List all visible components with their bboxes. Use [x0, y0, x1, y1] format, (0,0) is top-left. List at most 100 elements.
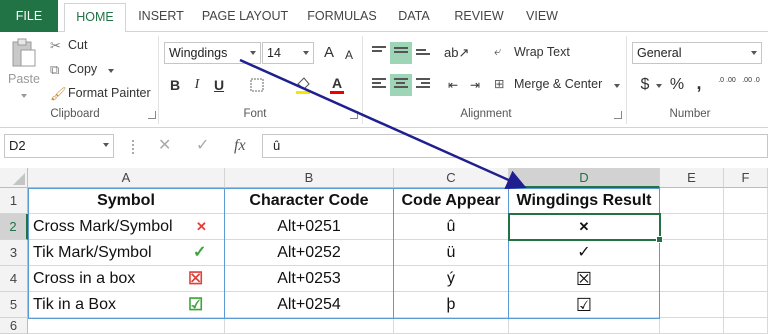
italic-button[interactable]: I: [186, 74, 208, 96]
align-bottom-button[interactable]: [412, 42, 434, 64]
decrease-decimal-button[interactable]: .00 .0: [740, 74, 762, 96]
align-top-button[interactable]: [368, 42, 390, 64]
column-header-f[interactable]: F: [724, 168, 768, 188]
cancel-edit-button[interactable]: ✕: [158, 136, 171, 156]
font-size-dropdown[interactable]: 14: [262, 42, 314, 64]
align-right-button[interactable]: [412, 74, 434, 96]
paste-button[interactable]: Paste: [6, 36, 42, 102]
cut-button[interactable]: ✂ Cut: [50, 36, 110, 56]
confirm-edit-button[interactable]: ✓: [196, 136, 209, 156]
tab-review[interactable]: REVIEW: [446, 0, 512, 32]
format-painter-label: Format Painter: [68, 86, 151, 100]
cell-f4[interactable]: [724, 266, 768, 292]
borders-button[interactable]: [246, 74, 268, 96]
orientation-button[interactable]: ab↗: [444, 42, 469, 64]
tab-formulas[interactable]: FORMULAS: [300, 0, 384, 32]
appear-cell[interactable]: þ: [394, 292, 509, 318]
name-box[interactable]: D2: [4, 134, 114, 158]
column-header-e[interactable]: E: [660, 168, 724, 188]
fill-color-button[interactable]: [292, 74, 314, 96]
font-launcher-icon[interactable]: [350, 111, 358, 119]
grow-font-button[interactable]: A: [318, 42, 340, 64]
cell-e2[interactable]: [660, 214, 724, 240]
column-header-a[interactable]: A: [28, 168, 225, 188]
column-header-c[interactable]: C: [394, 168, 509, 188]
cell-f6[interactable]: [724, 318, 768, 334]
header-code-appear[interactable]: Code Appear: [394, 188, 509, 214]
align-middle-button[interactable]: [390, 42, 412, 64]
cell-c6[interactable]: [394, 318, 509, 334]
cell-e5[interactable]: [660, 292, 724, 318]
appear-cell[interactable]: û: [394, 214, 509, 240]
currency-button[interactable]: $: [634, 74, 656, 96]
cell-e6[interactable]: [660, 318, 724, 334]
formula-input[interactable]: û: [262, 134, 768, 158]
appear-cell[interactable]: ý: [394, 266, 509, 292]
cell-e4[interactable]: [660, 266, 724, 292]
percent-button[interactable]: %: [666, 74, 688, 96]
tab-home[interactable]: HOME: [64, 3, 126, 33]
underline-button[interactable]: U: [208, 74, 230, 96]
decrease-indent-button[interactable]: ⇤: [442, 74, 464, 96]
tab-view[interactable]: VIEW: [518, 0, 566, 32]
wrap-text-button[interactable]: ⤶ Wrap Text: [494, 42, 580, 64]
cell-f1[interactable]: [724, 188, 768, 214]
symbol-cell[interactable]: Tik in a Box ☑: [28, 292, 225, 318]
appear-cell[interactable]: ü: [394, 240, 509, 266]
header-symbol[interactable]: Symbol: [28, 188, 225, 214]
format-painter-button[interactable]: 🖌 Format Painter: [50, 84, 160, 104]
shrink-font-button[interactable]: A: [338, 44, 360, 66]
row-header-3[interactable]: 3: [0, 240, 28, 266]
row-header-5[interactable]: 5: [0, 292, 28, 318]
result-cell[interactable]: ☑: [509, 292, 660, 318]
cell-f5[interactable]: [724, 292, 768, 318]
result-cell[interactable]: ✓: [509, 240, 660, 266]
clipboard-launcher-icon[interactable]: [148, 111, 156, 119]
increase-decimal-button[interactable]: .0 .00: [716, 74, 738, 96]
bold-button[interactable]: B: [164, 74, 186, 96]
symbol-cell[interactable]: Cross in a box ☒: [28, 266, 225, 292]
cell-d6[interactable]: [509, 318, 660, 334]
font-name-dropdown[interactable]: Wingdings: [164, 42, 261, 64]
tab-page-layout[interactable]: PAGE LAYOUT: [196, 0, 294, 32]
comma-button[interactable]: ,: [688, 72, 710, 94]
cell-f3[interactable]: [724, 240, 768, 266]
row-header-1[interactable]: 1: [0, 188, 28, 214]
symbol-cell[interactable]: Cross Mark/Symbol ✕: [28, 214, 225, 240]
header-wingdings-result[interactable]: Wingdings Result: [509, 188, 660, 214]
code-cell[interactable]: Alt+0252: [225, 240, 394, 266]
column-header-d[interactable]: D: [509, 168, 660, 188]
align-left-button[interactable]: [368, 74, 390, 96]
code-cell[interactable]: Alt+0254: [225, 292, 394, 318]
cell-e3[interactable]: [660, 240, 724, 266]
formula-bar-grip[interactable]: [132, 140, 136, 154]
align-center-button[interactable]: [390, 74, 412, 96]
code-cell[interactable]: Alt+0251: [225, 214, 394, 240]
row-header-4[interactable]: 4: [0, 266, 28, 292]
chevron-down-icon: [250, 51, 256, 55]
row-header-2[interactable]: 2: [0, 214, 28, 240]
header-character-code[interactable]: Character Code: [225, 188, 394, 214]
number-format-dropdown[interactable]: General: [632, 42, 762, 64]
alignment-launcher-icon[interactable]: [614, 111, 622, 119]
cell-a6[interactable]: [28, 318, 225, 334]
cell-e1[interactable]: [660, 188, 724, 214]
tab-file[interactable]: FILE: [0, 0, 58, 32]
copy-button[interactable]: ⧉ Copy: [50, 60, 120, 80]
select-all-corner[interactable]: [0, 168, 28, 188]
cell-f2[interactable]: [724, 214, 768, 240]
symbol-cell[interactable]: Tik Mark/Symbol ✓: [28, 240, 225, 266]
cell-b6[interactable]: [225, 318, 394, 334]
tab-insert[interactable]: INSERT: [130, 0, 192, 32]
font-color-button[interactable]: A: [326, 72, 348, 94]
merge-center-button[interactable]: ⊞ Merge & Center: [494, 74, 620, 96]
increase-indent-button[interactable]: ⇥: [464, 74, 486, 96]
result-cell[interactable]: ✕: [509, 214, 660, 240]
row-header-6[interactable]: 6: [0, 318, 28, 334]
result-cell[interactable]: ☒: [509, 266, 660, 292]
chevron-down-icon: [21, 94, 27, 98]
column-header-b[interactable]: B: [225, 168, 394, 188]
insert-function-button[interactable]: fx: [234, 136, 246, 156]
tab-data[interactable]: DATA: [390, 0, 438, 32]
code-cell[interactable]: Alt+0253: [225, 266, 394, 292]
